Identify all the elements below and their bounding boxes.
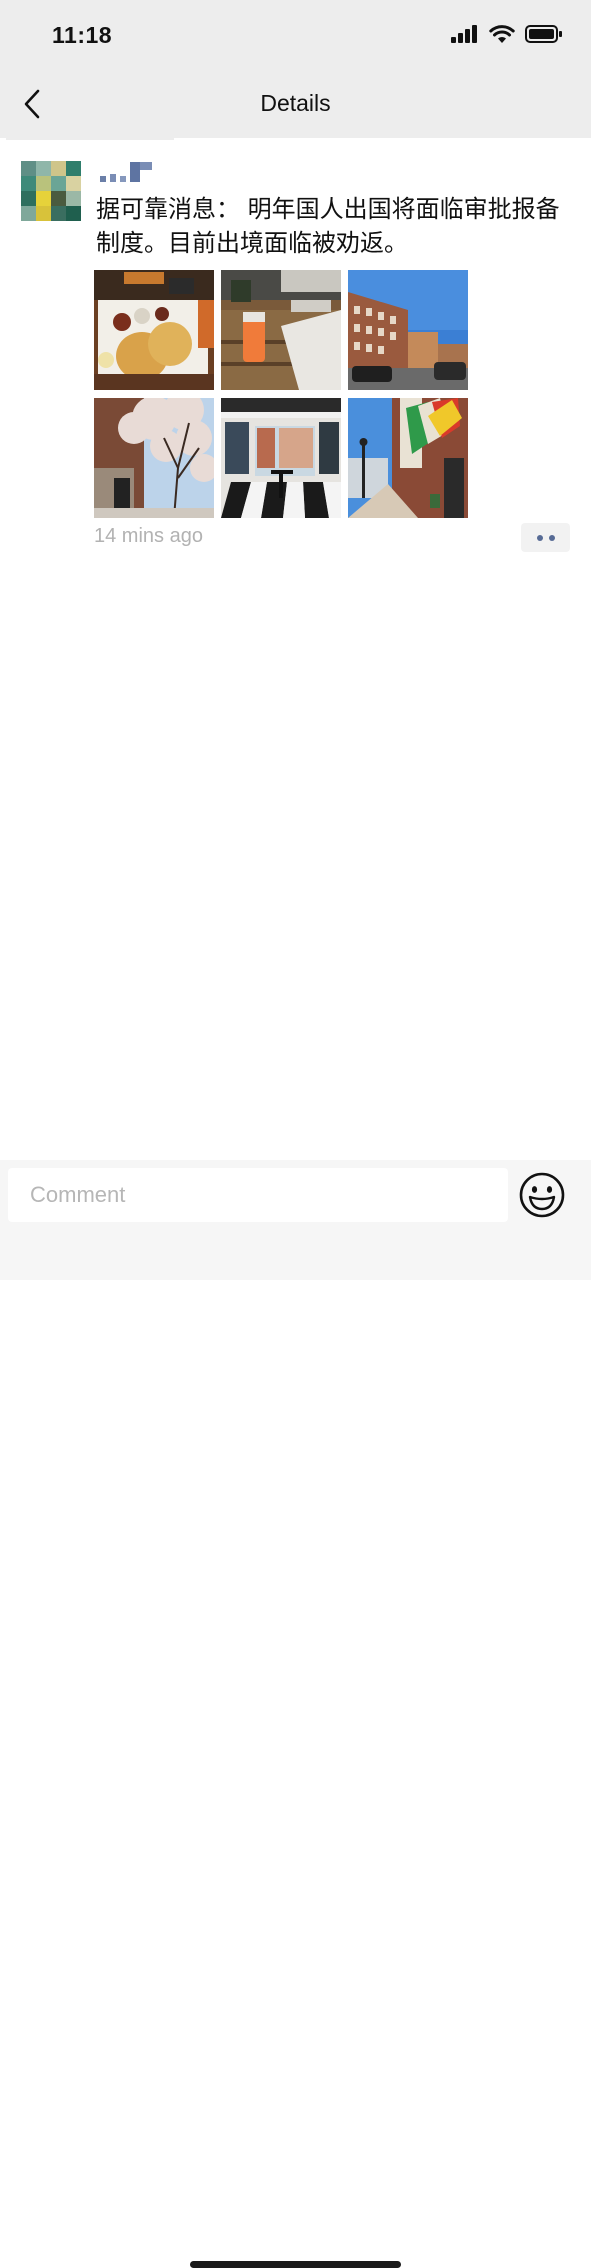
photo-grid xyxy=(94,270,470,518)
post-text: 据可靠消息： 明年国人出国将面临审批报备制度。目前出境面临被劝返。 xyxy=(96,195,560,257)
battery-icon xyxy=(525,25,562,43)
comment-bar xyxy=(0,1160,591,2268)
cellular-signal-icon xyxy=(451,25,477,43)
nav-divider xyxy=(6,136,174,140)
photo-thumbnail[interactable] xyxy=(94,398,214,518)
more-actions-button[interactable] xyxy=(521,523,570,552)
nav-bar: Details xyxy=(0,70,591,138)
ellipsis-icon xyxy=(536,534,543,541)
home-indicator xyxy=(190,2261,401,2268)
comment-input[interactable] xyxy=(8,1168,508,1222)
photo-thumbnail[interactable] xyxy=(94,270,214,390)
status-bar: 11:18 xyxy=(0,0,591,70)
username-pixelated[interactable] xyxy=(96,160,156,182)
photo-thumbnail[interactable] xyxy=(348,270,468,390)
emoji-button[interactable] xyxy=(518,1171,566,1219)
status-time: 11:18 xyxy=(52,22,113,48)
ellipsis-icon xyxy=(548,534,555,541)
post-timestamp: 14 mins ago xyxy=(94,525,203,547)
status-icons xyxy=(451,24,563,44)
photo-thumbnail[interactable] xyxy=(221,398,341,518)
smiley-face-icon xyxy=(519,1172,565,1218)
page-title: Details xyxy=(260,90,331,116)
photo-thumbnail[interactable] xyxy=(221,270,341,390)
wifi-icon xyxy=(489,24,515,43)
avatar[interactable] xyxy=(21,161,81,221)
photo-thumbnail[interactable] xyxy=(348,398,468,518)
